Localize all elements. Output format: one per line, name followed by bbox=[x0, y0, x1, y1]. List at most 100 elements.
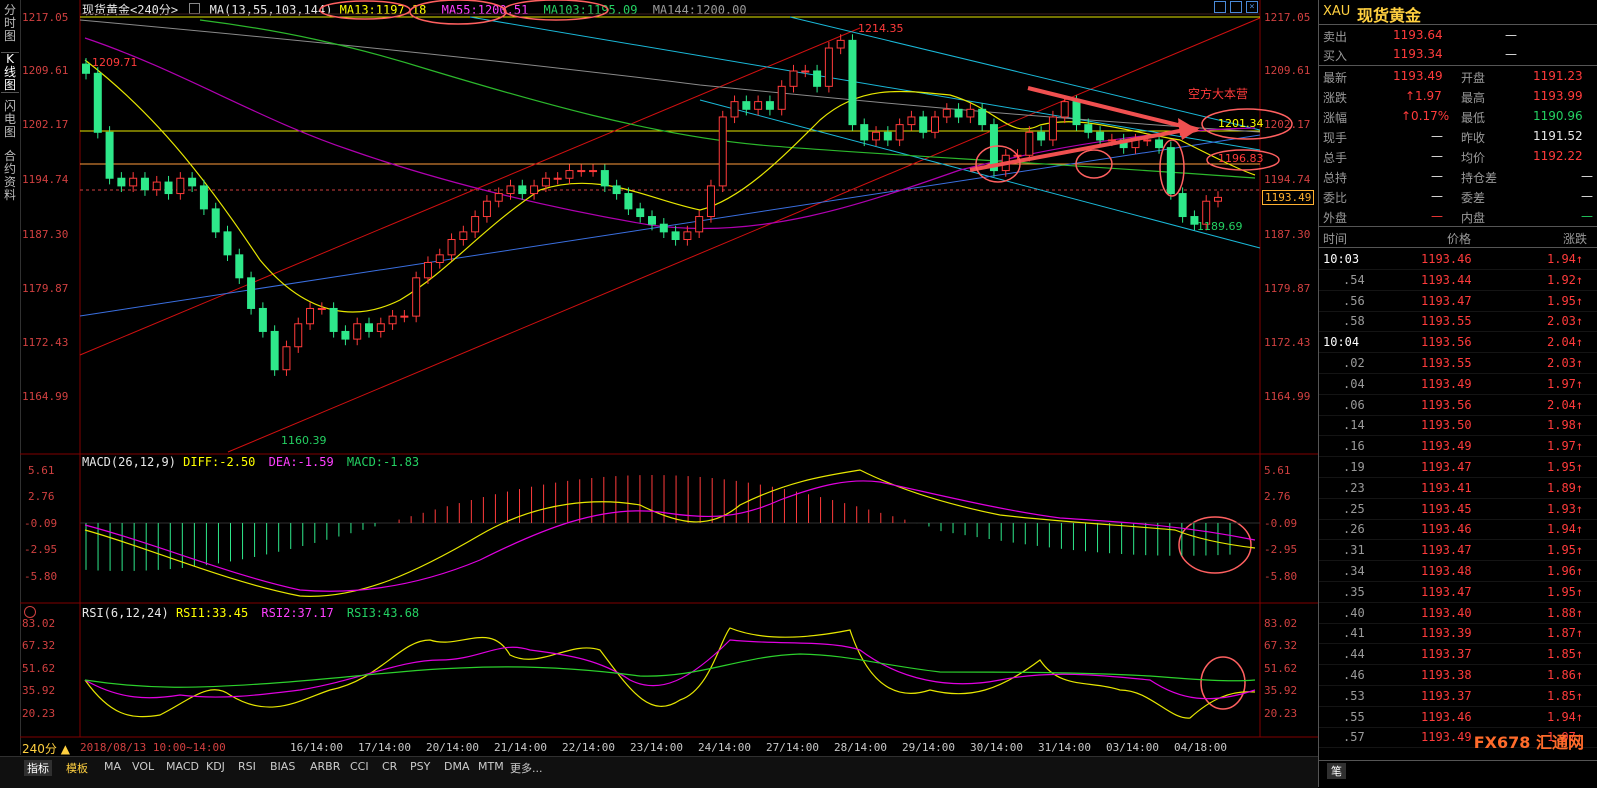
tab-ticks[interactable]: 笔 bbox=[1327, 763, 1346, 779]
tick-price: 1193.46 bbox=[1421, 252, 1472, 266]
candle-down bbox=[659, 223, 668, 233]
x-tick: 21/14:00 bbox=[494, 741, 547, 754]
tick-time: .31 bbox=[1343, 543, 1365, 558]
tick-price: 1193.47 bbox=[1421, 543, 1472, 558]
tick-change: 1.95↑ bbox=[1547, 460, 1584, 474]
candle-up bbox=[317, 307, 326, 310]
price-axis-right-4: 1187.30 bbox=[1264, 228, 1311, 241]
tick-time: 10:03 bbox=[1323, 252, 1360, 266]
price-axis-right-5: 1179.87 bbox=[1264, 282, 1311, 295]
tick-price: 1193.44 bbox=[1421, 272, 1472, 287]
rsi-axis-left-2: 51.62 bbox=[22, 662, 56, 675]
candle-down bbox=[600, 170, 609, 187]
candle-down bbox=[671, 231, 680, 241]
tick-price: 1193.49 bbox=[1421, 376, 1472, 391]
macd-dea-line bbox=[84, 480, 1256, 592]
tick-change: 1.87↑ bbox=[1547, 626, 1584, 641]
rsi-axis-left-0: 83.02 bbox=[22, 617, 56, 630]
blue-support-line bbox=[79, 134, 1261, 317]
tab-macd[interactable]: MACD bbox=[166, 760, 199, 773]
candle-up bbox=[459, 231, 468, 241]
candle-up bbox=[530, 185, 539, 195]
candle-down bbox=[1084, 124, 1093, 133]
price-axis-right-6: 1172.43 bbox=[1264, 336, 1311, 349]
tick-change: 1.94↑ bbox=[1547, 252, 1584, 266]
x-tick: 20/14:00 bbox=[426, 741, 479, 754]
tick-row: .58 1193.55 2.03↑ bbox=[1319, 311, 1597, 333]
tab-dma[interactable]: DMA bbox=[444, 760, 470, 773]
tick-change: 1.88↑ bbox=[1547, 605, 1584, 620]
chart-canvas bbox=[20, 0, 1318, 738]
tick-time: .57 bbox=[1343, 730, 1365, 745]
tab-cr[interactable]: CR bbox=[382, 760, 397, 773]
red-channel-lower bbox=[227, 17, 1261, 453]
rsi2-value: RSI2:37.17 bbox=[261, 606, 334, 620]
candle-up bbox=[176, 177, 185, 195]
macd-dea: DEA:-1.59 bbox=[268, 455, 334, 469]
price-axis-right-1: 1209.61 bbox=[1264, 64, 1311, 77]
candle-down bbox=[883, 131, 892, 141]
period-selector[interactable]: 240分 ▲ bbox=[22, 740, 70, 757]
tick-row: .14 1193.50 1.98↑ bbox=[1319, 415, 1597, 437]
candle-up bbox=[754, 101, 763, 110]
candle-up bbox=[482, 200, 491, 218]
tick-change: 1.94↑ bbox=[1547, 709, 1584, 724]
candle-down bbox=[140, 177, 149, 191]
tab-kdj[interactable]: KDJ bbox=[206, 760, 225, 773]
candle-down bbox=[765, 101, 774, 110]
quote-row: 委比 — 委差 — bbox=[1323, 189, 1593, 205]
rsi-axis-left-4: 20.23 bbox=[22, 707, 56, 720]
rsi-axis-right-1: 67.32 bbox=[1264, 639, 1298, 652]
tab-vol[interactable]: VOL bbox=[132, 760, 154, 773]
tick-time: .40 bbox=[1343, 605, 1365, 620]
tab-mtm[interactable]: MTM bbox=[478, 760, 504, 773]
tick-change: 1.85↑ bbox=[1547, 647, 1584, 662]
tick-price: 1193.38 bbox=[1421, 668, 1472, 682]
tick-price: 1193.55 bbox=[1421, 314, 1472, 329]
price-axis-left-6: 1172.43 bbox=[22, 336, 69, 349]
tick-row: .34 1193.48 1.96↑ bbox=[1319, 561, 1597, 582]
tick-row: .16 1193.49 1.97↑ bbox=[1319, 436, 1597, 458]
tick-row: .44 1193.37 1.85↑ bbox=[1319, 644, 1597, 666]
tick-row: .23 1193.41 1.89↑ bbox=[1319, 478, 1597, 499]
tab-indicator[interactable]: 指标 bbox=[24, 760, 52, 776]
tab-arbr[interactable]: ARBR bbox=[310, 760, 340, 773]
tick-change: 1.95↑ bbox=[1547, 584, 1584, 599]
tab-template[interactable]: 模板 bbox=[66, 760, 88, 776]
tab-rsi[interactable]: RSI bbox=[238, 760, 256, 773]
tab-bias[interactable]: BIAS bbox=[270, 760, 295, 773]
candle-down bbox=[93, 72, 102, 133]
tick-change: 1.95↑ bbox=[1547, 543, 1584, 558]
candle-down bbox=[954, 108, 963, 118]
circle-ma13 bbox=[319, 0, 411, 20]
indicator-tab-bar: 指标 模板 MA VOL MACD KDJ RSI BIAS ARBR CCI … bbox=[0, 756, 1318, 788]
candle-down bbox=[211, 208, 220, 233]
candle-up bbox=[435, 254, 444, 264]
tab-psy[interactable]: PSY bbox=[410, 760, 430, 773]
macd-header: MACD(26,12,9) DIFF:-2.50 DEA:-1.59 MACD:… bbox=[82, 455, 419, 469]
level-label-1196: 1196.83 bbox=[1218, 152, 1264, 165]
tab-ma[interactable]: MA bbox=[104, 760, 121, 773]
candle-down bbox=[636, 208, 645, 218]
candle-down bbox=[648, 216, 656, 225]
candle-up bbox=[1025, 131, 1034, 156]
tab-cci[interactable]: CCI bbox=[350, 760, 369, 773]
quote-row: 外盘 — 内盘 — bbox=[1323, 209, 1593, 225]
tick-time: .55 bbox=[1343, 709, 1365, 724]
candle-down bbox=[624, 193, 633, 210]
tick-price: 1193.56 bbox=[1421, 335, 1472, 350]
candle-down bbox=[1072, 101, 1081, 126]
candle-down bbox=[235, 254, 244, 279]
rsi-axis-right-4: 20.23 bbox=[1264, 707, 1298, 720]
candle-up bbox=[801, 70, 810, 73]
tick-price: 1193.56 bbox=[1421, 397, 1472, 412]
candle-up bbox=[129, 177, 138, 187]
tab-more[interactable]: 更多... bbox=[510, 760, 543, 776]
candle-up bbox=[966, 108, 975, 118]
price-axis-right-2: 1202.17 bbox=[1264, 118, 1311, 131]
tick-price: 1193.46 bbox=[1421, 709, 1472, 724]
tick-price: 1193.39 bbox=[1421, 626, 1472, 641]
rsi-axis-left-1: 67.32 bbox=[22, 639, 56, 652]
tick-time: .14 bbox=[1343, 418, 1365, 433]
price-axis-left-7: 1164.99 bbox=[22, 390, 69, 403]
